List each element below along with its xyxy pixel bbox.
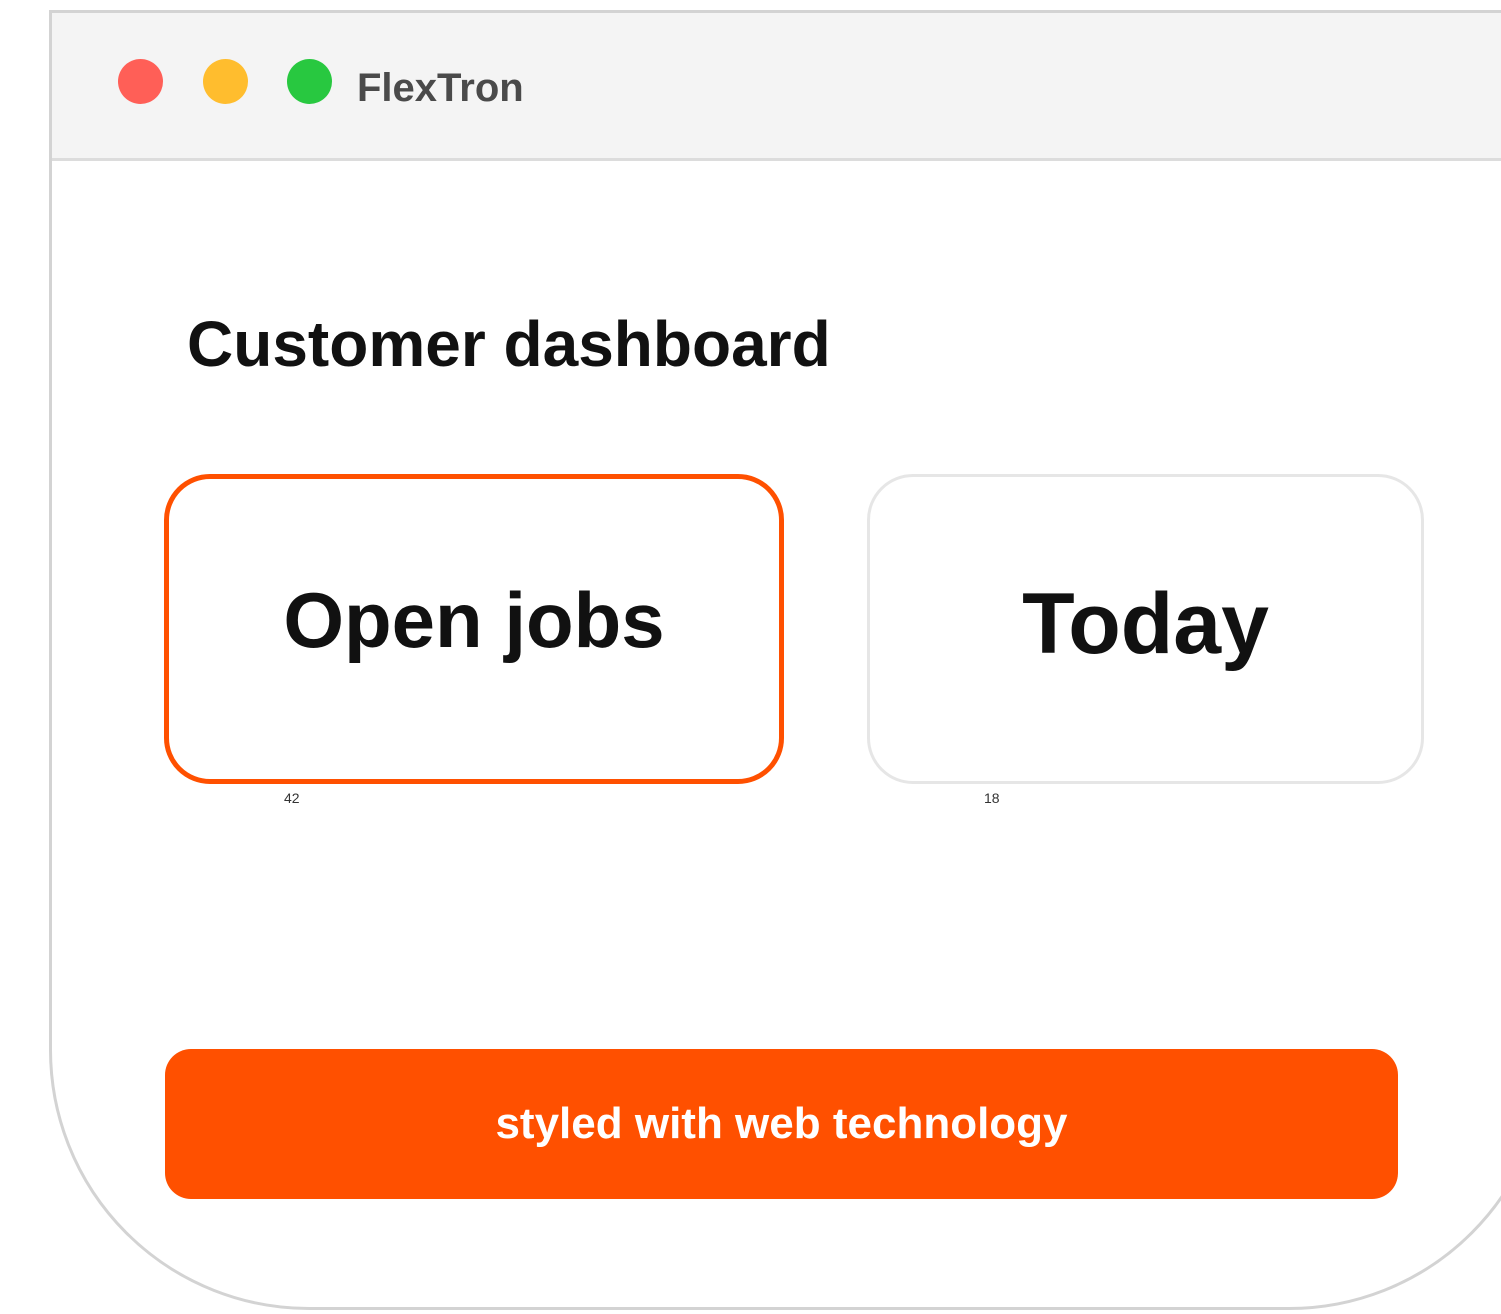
open-jobs-count: 42: [284, 790, 300, 806]
close-dot-icon[interactable]: [118, 59, 163, 104]
app-window: FlexTron Customer dashboard Open jobs 42…: [49, 10, 1501, 1310]
cta-button[interactable]: styled with web technology: [165, 1049, 1398, 1199]
maximize-dot-icon[interactable]: [287, 59, 332, 104]
today-card-label: Today: [1022, 576, 1269, 672]
title-bar: FlexTron: [52, 13, 1501, 161]
minimize-dot-icon[interactable]: [203, 59, 248, 104]
today-card[interactable]: Today: [867, 474, 1424, 784]
today-count: 18: [984, 790, 1000, 806]
app-title: FlexTron: [357, 66, 524, 110]
page-title: Customer dashboard: [187, 308, 831, 380]
open-jobs-card-label: Open jobs: [283, 576, 665, 664]
cta-button-label: styled with web technology: [495, 1099, 1068, 1148]
open-jobs-card[interactable]: Open jobs: [164, 474, 784, 784]
